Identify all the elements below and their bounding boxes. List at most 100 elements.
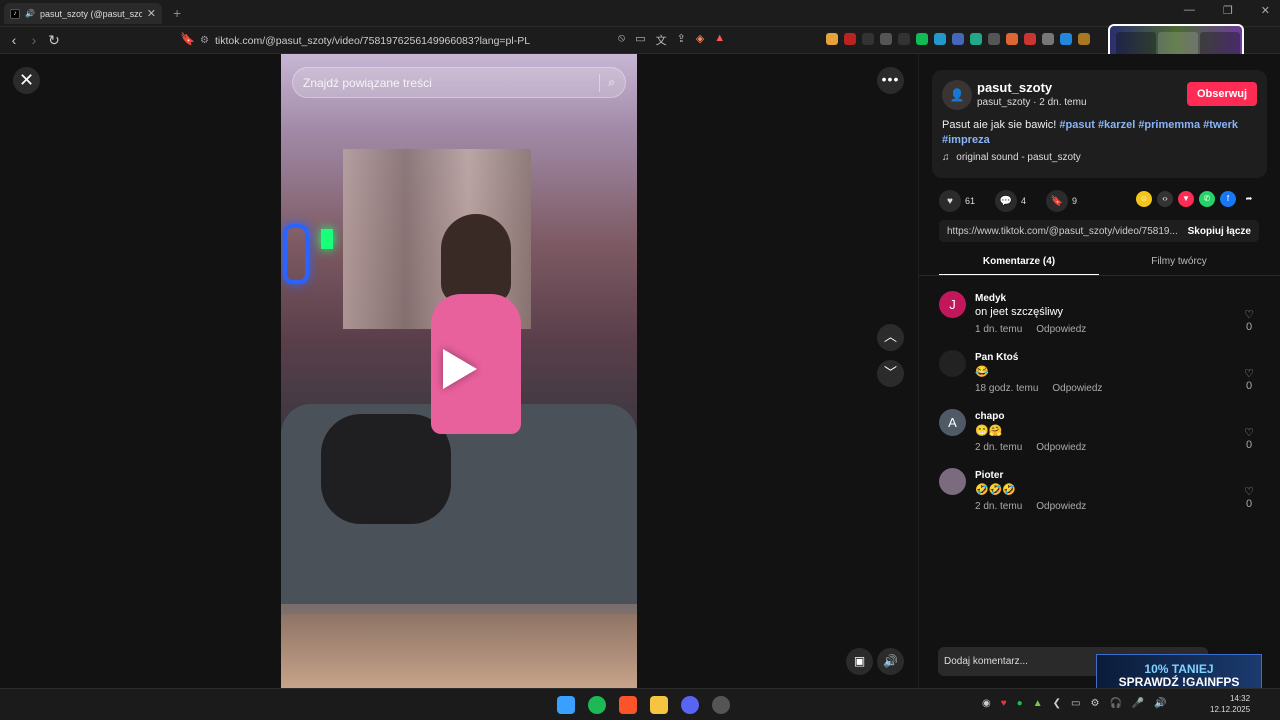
extension-icon[interactable] [1024, 33, 1036, 45]
comment-author[interactable]: Pan Ktoś [975, 352, 1018, 363]
extension-icon[interactable] [1042, 33, 1054, 45]
headphones-icon[interactable]: 🎧 [1109, 698, 1121, 709]
emoji-icon[interactable]: ☺ [1136, 191, 1152, 207]
bookmark-icon[interactable]: 🔖 [180, 32, 195, 46]
extension-icon[interactable] [970, 33, 982, 45]
hashtag[interactable]: #twerk [1203, 119, 1238, 131]
extension-icon[interactable] [844, 33, 856, 45]
heart-icon[interactable]: ♡ [1244, 485, 1254, 498]
volume-button[interactable]: 🔊 [877, 648, 904, 675]
window-close-icon[interactable]: ✕ [1261, 4, 1270, 17]
sound-link[interactable]: ♫ original sound - pasut_szoty [942, 152, 1081, 163]
previous-video-button[interactable]: ︿ [877, 324, 904, 351]
bookmark-icon[interactable]: 🔖 [1046, 190, 1069, 212]
send-icon[interactable]: ▼ [1178, 191, 1194, 207]
video-player[interactable]: Znajdź powiązane treści ⌕ [281, 54, 637, 688]
extension-icon[interactable] [898, 33, 910, 45]
extension-icon[interactable] [952, 33, 964, 45]
tray-icon[interactable]: ❮ [1053, 698, 1061, 709]
extension-icon[interactable] [880, 33, 892, 45]
file-explorer-icon[interactable] [650, 696, 668, 714]
avatar[interactable]: 👤 [942, 80, 972, 110]
cast-icon[interactable]: ▭ [635, 32, 645, 48]
spotify-icon[interactable] [588, 696, 606, 714]
play-icon[interactable] [443, 349, 477, 389]
comment-author[interactable]: chapo [975, 411, 1004, 422]
extension-icon[interactable] [862, 33, 874, 45]
more-options-button[interactable]: ••• [877, 67, 904, 94]
tray-icon[interactable]: ▭ [1071, 698, 1080, 709]
share-icon[interactable]: ➦ [1241, 191, 1257, 207]
comment-text: 🤣🤣🤣 [975, 484, 1017, 496]
close-viewer-button[interactable]: ✕ [13, 67, 40, 94]
hashtag[interactable]: #karzel [1098, 119, 1135, 131]
forward-icon[interactable]: › [24, 32, 44, 48]
brave-shield-icon[interactable]: ◈ [696, 32, 704, 48]
comment-author[interactable]: Pioter [975, 470, 1003, 481]
next-video-button[interactable]: ﹀ [877, 360, 904, 387]
save-count: 9 [1072, 196, 1078, 206]
brave-rewards-icon[interactable]: ▲ [714, 32, 725, 48]
speaker-icon[interactable]: 🔊 [25, 9, 35, 18]
extension-icon[interactable] [916, 33, 928, 45]
tab-creator-videos[interactable]: Filmy twórcy [1099, 252, 1259, 276]
steam-icon[interactable] [712, 696, 730, 714]
new-tab-icon[interactable]: + [173, 5, 181, 21]
extension-icon[interactable] [826, 33, 838, 45]
pip-button[interactable]: ▣ [846, 648, 873, 675]
heart-icon[interactable]: ♡ [1244, 367, 1254, 380]
reply-link[interactable]: Odpowiedz [1036, 501, 1086, 512]
tab-comments[interactable]: Komentarze (4) [939, 252, 1099, 276]
avatar[interactable] [939, 468, 966, 495]
facebook-icon[interactable]: f [1220, 191, 1236, 207]
like-icon[interactable]: ♥ [939, 190, 961, 212]
extension-icon[interactable] [1060, 33, 1072, 45]
hashtag[interactable]: #impreza [942, 134, 990, 146]
translate-icon[interactable]: 文 [656, 32, 667, 48]
extension-icon[interactable] [934, 33, 946, 45]
extension-icon[interactable] [1078, 33, 1090, 45]
site-settings-icon[interactable]: ⚙ [200, 35, 209, 46]
avatar[interactable] [939, 350, 966, 377]
windows-start-icon[interactable] [557, 696, 575, 714]
system-clock[interactable]: 14:32 12.12.2025 [1210, 693, 1250, 715]
restore-icon[interactable]: ❐ [1223, 4, 1233, 17]
reply-link[interactable]: Odpowiedz [1052, 383, 1102, 394]
tray-icon[interactable]: ♥ [1001, 698, 1007, 709]
hashtag[interactable]: #pasut [1059, 119, 1094, 131]
tray-icon[interactable]: ● [1017, 698, 1023, 709]
extension-icon[interactable] [988, 33, 1000, 45]
browser-tab[interactable]: ♪ 🔊 pasut_szoty (@pasut_szoty) | ✕ [4, 3, 162, 24]
search-icon[interactable]: ⌕ [608, 75, 615, 90]
heart-icon[interactable]: ♡ [1244, 426, 1254, 439]
minimize-icon[interactable]: — [1184, 4, 1195, 17]
tray-icon[interactable]: ⚙ [1090, 698, 1099, 709]
username[interactable]: pasut_szoty [977, 80, 1052, 95]
hashtag[interactable]: #primemma [1138, 119, 1200, 131]
close-tab-icon[interactable]: ✕ [147, 7, 156, 20]
follow-button[interactable]: Obserwuj [1187, 82, 1257, 106]
avatar[interactable]: J [939, 291, 966, 318]
back-icon[interactable]: ‹ [4, 32, 24, 48]
comment-icon[interactable]: 💬 [995, 190, 1018, 212]
reply-link[interactable]: Odpowiedz [1036, 324, 1086, 335]
microphone-icon[interactable]: 🎤 [1132, 698, 1144, 709]
reply-link[interactable]: Odpowiedz [1036, 442, 1086, 453]
speaker-icon[interactable]: 🔊 [1154, 698, 1166, 709]
heart-icon[interactable]: ♡ [1244, 308, 1254, 321]
discord-icon[interactable] [681, 696, 699, 714]
brave-icon[interactable] [619, 696, 637, 714]
avatar[interactable]: A [939, 409, 966, 436]
reload-icon[interactable]: ↻ [44, 32, 64, 49]
copy-link-button[interactable]: Skopiuj łącze [1188, 226, 1251, 237]
whatsapp-icon[interactable]: ✆ [1199, 191, 1215, 207]
tray-icon[interactable]: ◉ [982, 698, 991, 709]
extension-icon[interactable] [1006, 33, 1018, 45]
comment-author[interactable]: Medyk [975, 293, 1006, 304]
tray-icon[interactable]: ▲ [1033, 698, 1043, 709]
share-page-icon[interactable]: ⇪ [677, 32, 686, 48]
taskbar: ◉ ♥ ● ▲ ❮ ▭ ⚙ 🎧 🎤 🔊 14:32 12.12.2025 [0, 688, 1280, 720]
related-search-input[interactable]: Znajdź powiązane treści ⌕ [292, 67, 626, 98]
embed-icon[interactable]: ‹› [1157, 191, 1173, 207]
no-tracking-icon[interactable]: ⦸ [618, 32, 625, 48]
